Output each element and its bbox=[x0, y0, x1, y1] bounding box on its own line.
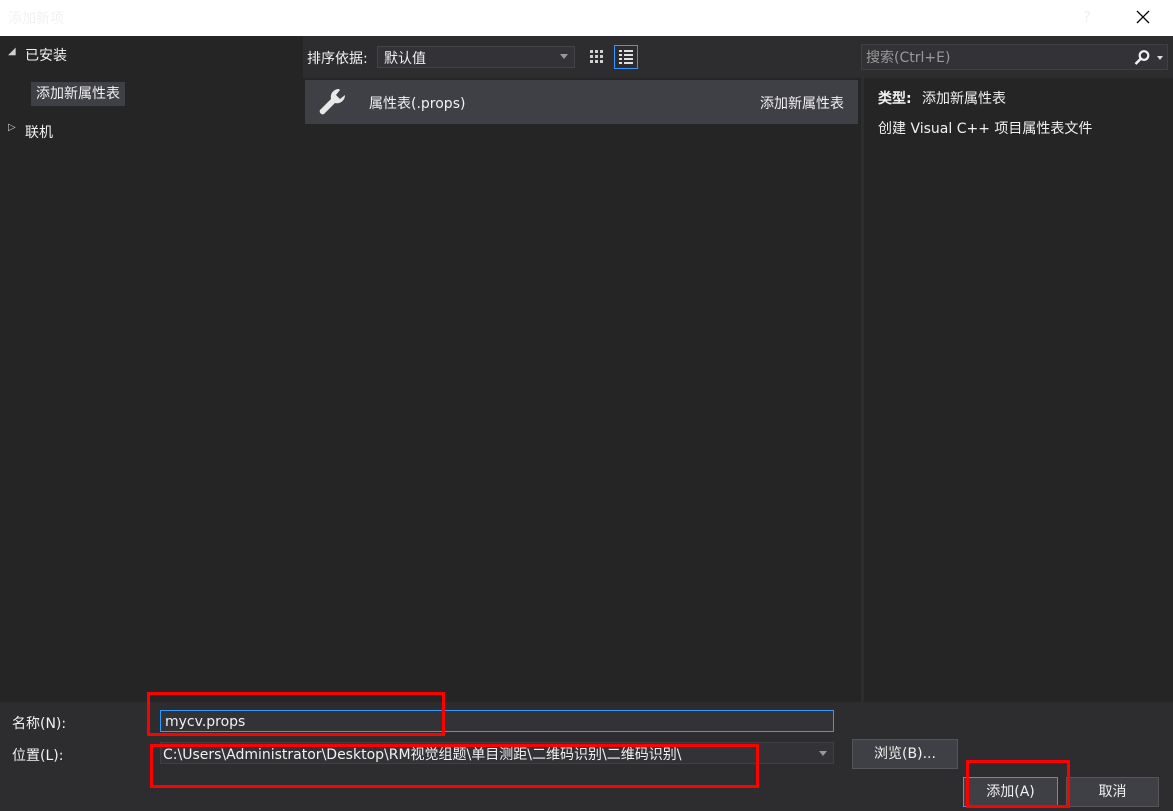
name-field[interactable] bbox=[160, 710, 834, 732]
sort-value: 默认值 bbox=[384, 51, 426, 67]
location-label: 位置(L): bbox=[12, 748, 64, 764]
template-category: 添加新属性表 bbox=[760, 96, 844, 112]
wrench-icon bbox=[315, 86, 349, 122]
add-button[interactable]: 添加(A) bbox=[963, 777, 1058, 807]
collapsed-arrow-icon[interactable]: ▷ bbox=[8, 122, 16, 133]
grid-view-icon bbox=[590, 50, 603, 63]
template-list bbox=[303, 78, 861, 702]
list-view-button[interactable] bbox=[614, 45, 638, 69]
template-name: 属性表(.props) bbox=[369, 96, 466, 112]
name-input[interactable] bbox=[163, 712, 827, 732]
chevron-down-icon bbox=[560, 54, 568, 59]
location-value: C:\Users\Administrator\Desktop\RM视觉组题\单目… bbox=[163, 747, 682, 763]
details-pane bbox=[864, 78, 1173, 702]
help-button[interactable]: ? bbox=[1076, 5, 1098, 29]
search-input[interactable] bbox=[864, 47, 1128, 69]
close-icon bbox=[1136, 10, 1150, 24]
template-item-props[interactable]: 属性表(.props) 添加新属性表 bbox=[305, 80, 858, 124]
search-icon[interactable] bbox=[1133, 49, 1151, 71]
type-label: 类型: bbox=[878, 91, 912, 107]
list-view-icon bbox=[619, 50, 633, 64]
type-value: 添加新属性表 bbox=[922, 91, 1006, 107]
dialog-title: 添加新项 bbox=[8, 11, 64, 27]
cancel-button[interactable]: 取消 bbox=[1066, 777, 1159, 807]
sort-label: 排序依据: bbox=[307, 51, 368, 67]
sort-dropdown[interactable]: 默认值 bbox=[377, 46, 575, 68]
template-description: 创建 Visual C++ 项目属性表文件 bbox=[878, 121, 1093, 137]
tree-item-installed[interactable]: 已安装 bbox=[25, 45, 67, 65]
search-box[interactable] bbox=[861, 44, 1168, 70]
location-dropdown[interactable]: C:\Users\Administrator\Desktop\RM视觉组题\单目… bbox=[160, 742, 834, 764]
name-label: 名称(N): bbox=[12, 716, 67, 732]
chevron-down-icon bbox=[819, 751, 827, 756]
browse-button[interactable]: 浏览(B)... bbox=[852, 739, 958, 769]
tree-item-online[interactable]: 联机 bbox=[25, 122, 53, 142]
title-bar bbox=[0, 0, 1173, 36]
grid-view-button[interactable] bbox=[586, 46, 608, 68]
tree-item-add-property-sheet[interactable]: 添加新属性表 bbox=[31, 82, 125, 106]
expanded-arrow-icon[interactable]: ◢ bbox=[8, 46, 16, 66]
close-button[interactable] bbox=[1128, 3, 1158, 31]
search-options-caret-icon[interactable] bbox=[1157, 56, 1163, 60]
